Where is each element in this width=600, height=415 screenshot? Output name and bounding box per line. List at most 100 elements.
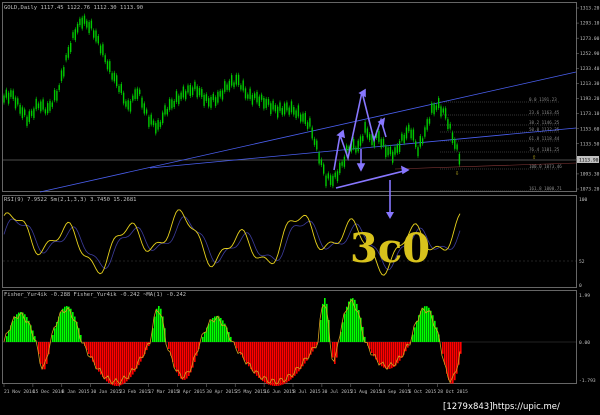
price-bar — [357, 140, 359, 152]
price-bar — [263, 97, 265, 109]
price-bar — [385, 146, 387, 158]
upper-trend-line[interactable] — [39, 71, 577, 193]
price-bar — [185, 91, 187, 100]
price-bar — [208, 98, 210, 107]
price-bar — [364, 121, 366, 133]
price-bar — [42, 99, 44, 110]
rsi-axis-bottom: 0 — [579, 283, 582, 289]
fisher-bar-negative — [401, 342, 403, 358]
price-bar — [421, 138, 424, 144]
price-bar — [219, 90, 221, 97]
price-bar — [196, 86, 198, 98]
fisher-bar-negative — [96, 342, 98, 369]
price-bar — [187, 85, 189, 93]
price-bar — [242, 80, 244, 91]
price-bar — [180, 92, 182, 100]
price-bar — [362, 135, 364, 142]
price-bar — [302, 113, 304, 122]
fisher-bar-positive — [204, 332, 206, 342]
price-bar — [447, 119, 449, 130]
price-bar — [249, 88, 251, 99]
price-bar — [21, 107, 24, 119]
date-label: 30 Jan 2015 — [91, 389, 122, 395]
price-bar — [442, 108, 444, 113]
date-label: 6 Oct 2015 — [409, 389, 437, 395]
date-label: 15 Dec 2014 — [33, 389, 64, 395]
price-bar — [79, 18, 81, 26]
fisher-bar-positive — [422, 307, 424, 342]
fisher-bar-negative — [246, 342, 248, 364]
fisher-bar-positive — [202, 336, 204, 342]
fisher-bar-negative — [254, 342, 256, 374]
price-bar — [454, 139, 456, 149]
price-bar — [143, 103, 145, 114]
fisher-bar-positive — [210, 320, 212, 342]
fisher-bar-negative — [134, 342, 136, 372]
fisher-bar-positive — [414, 327, 416, 342]
price-bar — [438, 98, 440, 109]
price-bar — [12, 90, 14, 100]
handwritten-annotation: 3c0 — [350, 225, 430, 272]
price-bar — [212, 93, 214, 101]
fisher-pane[interactable]: Fisher_Yur4ik -0.288 Fisher_Yur4ik -0.24… — [3, 292, 596, 386]
price-bar — [394, 147, 396, 155]
date-label: 16 Jun 2015 — [264, 389, 295, 395]
price-bar — [398, 141, 401, 153]
price-bar — [40, 101, 42, 112]
date-label: 21 Aug 2015 — [351, 389, 382, 395]
fisher-bar-positive — [208, 323, 210, 342]
price-bar — [417, 147, 419, 157]
price-bar — [297, 105, 300, 117]
current-price-label: 1113.90 — [579, 158, 599, 164]
price-pane[interactable]: 0.0 1191.2323.6 1163.4538.2 1146.2550.0 … — [3, 5, 600, 193]
price-bar — [81, 17, 83, 29]
fisher-bar-negative — [292, 342, 294, 378]
fib-level-label: 161.8 1000.71 — [529, 186, 562, 191]
price-bar — [74, 29, 76, 41]
price-bar — [256, 91, 258, 103]
rsi-pane[interactable]: RSI(9) 7.9522 Sm(2,1,3,3) 3.7450 15.2681… — [3, 180, 588, 289]
price-tick-label: 1233.40 — [580, 66, 600, 72]
fisher-bar-negative — [252, 342, 254, 372]
fisher-bar-negative — [94, 342, 96, 366]
rsi-axis-top: 100 — [579, 197, 588, 203]
price-bar — [210, 96, 212, 108]
price-bar — [136, 88, 139, 99]
price-bar — [320, 159, 323, 166]
up-arrow-icon: ⇧ — [532, 153, 536, 161]
date-axis: 21 Nov 201415 Dec 20148 Jan 2015 30 Jan 2… — [3, 384, 468, 395]
fib-level-label: 100.0 1073.46 — [529, 164, 562, 169]
price-bar — [155, 123, 157, 134]
price-bar — [334, 172, 336, 178]
price-bar — [283, 103, 286, 115]
price-bar — [424, 127, 426, 137]
price-bar — [277, 106, 279, 118]
price-bar — [336, 171, 339, 182]
fisher-bar-negative — [270, 342, 272, 386]
fisher-bar-negative — [262, 342, 264, 382]
price-bar — [111, 73, 113, 80]
price-bar — [175, 91, 178, 103]
price-bar — [118, 86, 120, 93]
trading-chart[interactable]: 0.0 1191.2323.6 1163.4538.2 1146.2550.0 … — [0, 0, 600, 415]
price-bar — [426, 119, 428, 130]
price-bar — [164, 105, 166, 115]
price-bar — [286, 102, 288, 111]
price-bar — [178, 95, 180, 105]
price-bar — [102, 44, 104, 56]
date-label: 21 Nov 2014 — [4, 389, 35, 395]
price-bar — [412, 129, 415, 141]
fisher-bar-negative — [194, 342, 196, 363]
fisher-bar-negative — [238, 342, 240, 352]
price-bar — [3, 95, 5, 103]
price-bar — [58, 85, 60, 90]
fisher-axis-mid: 0.00 — [579, 340, 590, 346]
fisher-bar-negative — [385, 342, 387, 369]
fisher-bar-negative — [142, 342, 144, 358]
price-bar — [389, 146, 392, 155]
price-bar — [106, 61, 109, 70]
price-bar — [141, 97, 143, 108]
wave-arrows[interactable] — [333, 88, 410, 189]
date-label: 8 Jan 2015 — [62, 389, 90, 395]
price-bar — [240, 85, 242, 90]
